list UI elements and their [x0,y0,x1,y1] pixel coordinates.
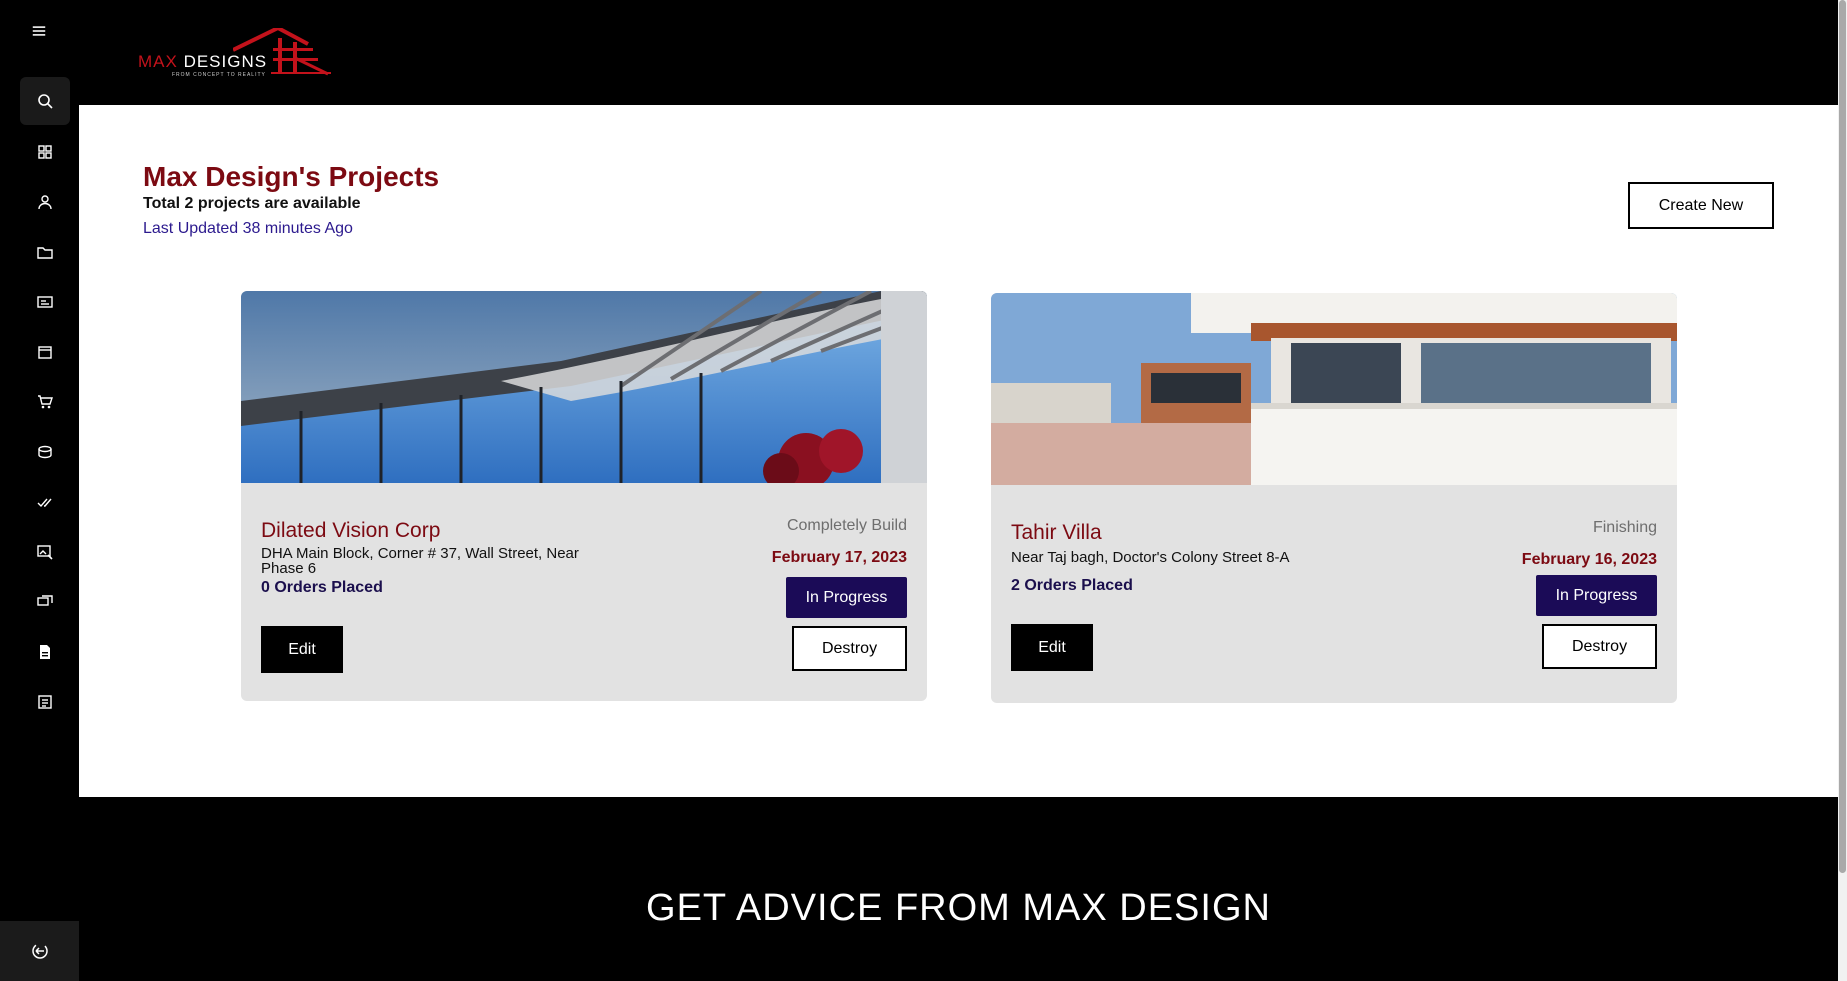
advice-heading: GET ADVICE FROM MAX DESIGN [646,887,1271,929]
project-address: DHA Main Block, Corner # 37, Wall Street… [261,545,579,577]
project-image [241,291,927,483]
sidebar-item-database[interactable] [20,428,70,476]
destroy-button[interactable]: Destroy [1542,624,1657,669]
cart-icon [38,395,53,409]
sidebar-item-approvals[interactable] [20,478,70,526]
sidebar-item-cards[interactable] [20,278,70,326]
project-card: Tahir Villa Near Taj bagh, Doctor's Colo… [991,293,1677,703]
project-date: February 16, 2023 [1521,551,1657,568]
page-title: Max Design's Projects [143,161,440,192]
sidebar-item-cart[interactable] [20,378,70,426]
nav-logout[interactable]: Log Out [199,0,262,19]
project-name[interactable]: Dilated Vision Corp [261,519,440,543]
nav-contact[interactable]: Contact [131,0,193,19]
page-scrollbar[interactable] [1838,0,1847,981]
sidebar-item-calendar[interactable] [20,328,70,376]
database-icon [38,445,52,459]
image-edit-icon [37,545,53,560]
logo-tagline: FROM CONCEPT TO REALITY [172,72,266,78]
project-address: Near Taj bagh, Doctor's Colony Street 8-… [1011,549,1290,566]
check-double-icon [37,498,52,508]
hamburger-icon[interactable] [30,22,48,40]
orders-count: 0 Orders Placed [261,579,383,596]
project-stage: Completely Build [786,517,907,534]
last-updated: Last Updated 38 minutes Ago [143,220,353,237]
top-header: MAX DESIGNS FROM CONCEPT TO REALITY Abou… [79,0,1838,105]
orders-count: 2 Orders Placed [1011,577,1133,594]
max-designs-logo[interactable]: MAX DESIGNS FROM CONCEPT TO REALITY [138,28,338,78]
edit-button[interactable]: Edit [261,626,343,673]
sidebar-item-documents[interactable] [20,628,70,676]
project-image [991,293,1677,485]
sidebar-item-dashboard[interactable] [20,128,70,176]
sidebar-item-notes[interactable] [20,678,70,726]
footer: GET ADVICE FROM MAX DESIGN [79,797,1838,981]
logo-wordmark: MAX DESIGNS [138,52,267,72]
search-icon [38,94,53,109]
folder-icon [37,247,53,259]
sidebar-item-projects[interactable] [20,228,70,276]
destroy-button[interactable]: Destroy [792,626,907,671]
notes-icon [38,695,52,709]
project-card: Dilated Vision Corp DHA Main Block, Corn… [241,291,927,701]
main-content: Max Design's Projects Total 2 projects a… [79,105,1838,797]
document-icon [40,645,50,659]
sidebar-item-search[interactable] [20,77,70,125]
projects-count: Total 2 projects are available [143,195,361,212]
status-badge[interactable]: In Progress [1536,575,1657,616]
logo-max-text: MAX [138,52,178,71]
app-root: MAX DESIGNS FROM CONCEPT TO REALITY Abou… [0,0,1847,981]
calendar-icon [38,346,52,359]
nav-max-designs-site[interactable]: Max Designs Site [267,0,405,19]
sidebar-item-messages[interactable] [20,578,70,626]
project-date: February 17, 2023 [771,549,907,566]
nav-about[interactable]: About [79,0,126,19]
user-icon [38,195,52,210]
status-badge[interactable]: In Progress [786,577,907,618]
logout-icon [31,943,48,959]
create-new-button[interactable]: Create New [1628,182,1774,229]
scrollbar-thumb[interactable] [1839,0,1846,873]
chat-icon [37,595,53,606]
grid-icon [38,145,52,159]
project-stage: Finishing [1592,519,1657,536]
logout-button[interactable] [0,921,79,981]
sidebar-item-gallery[interactable] [20,528,70,576]
logo-designs-text: DESIGNS [177,52,268,71]
sidebar-item-users[interactable] [20,178,70,226]
id-card-icon [37,296,53,308]
sidebar [0,0,79,981]
edit-button[interactable]: Edit [1011,624,1093,671]
project-name[interactable]: Tahir Villa [1011,521,1102,545]
